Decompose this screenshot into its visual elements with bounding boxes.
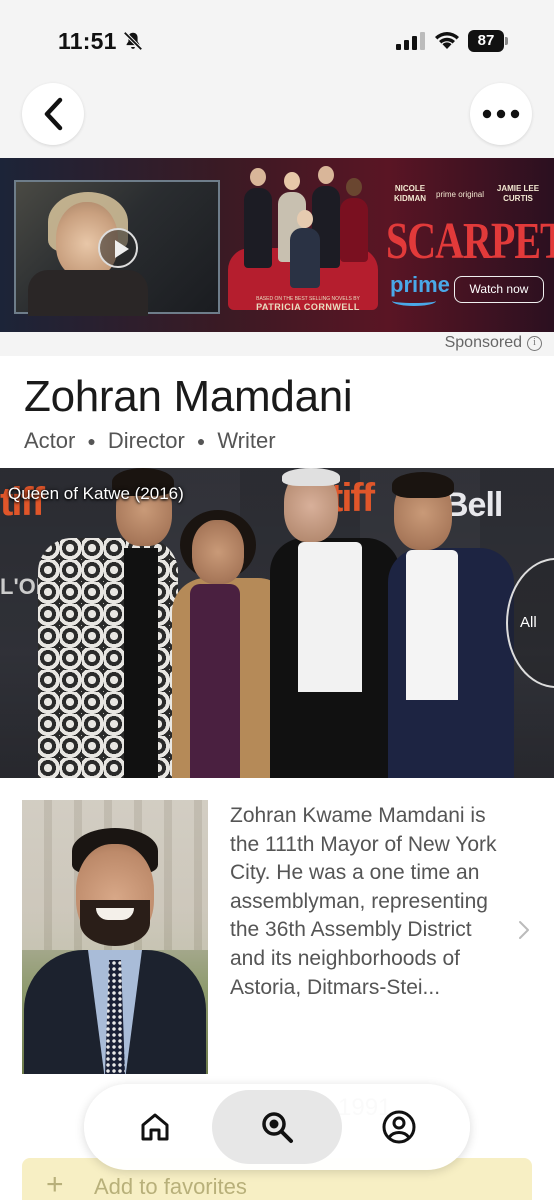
bottom-tab-bar: [84, 1084, 470, 1170]
cellular-signal-icon: [396, 32, 425, 50]
add-to-favorites-label: Add to favorites: [94, 1174, 247, 1199]
ad-title: SCARPETTA: [386, 211, 554, 270]
ad-based-on: BASED ON THE BEST SELLING NOVELS BY PATR…: [256, 296, 360, 312]
play-icon[interactable]: [98, 228, 138, 268]
role-writer: Writer: [217, 428, 276, 453]
hero-photo[interactable]: tiff tiff Bell L'ORÉAL Queen of Katwe (2…: [0, 468, 554, 778]
status-bar: 11:51 87: [0, 0, 554, 80]
wifi-icon: [435, 32, 459, 49]
ad-banner[interactable]: NICOLE KIDMAN prime original JAMIE LEE C…: [0, 158, 554, 332]
roles-list: Actor ● Director ● Writer: [24, 428, 276, 453]
tab-search[interactable]: [212, 1090, 342, 1164]
role-director: Director: [107, 428, 185, 453]
search-icon: [262, 1112, 293, 1143]
tab-home[interactable]: [90, 1090, 220, 1164]
sponsored-label[interactable]: Sponsored i: [445, 334, 542, 352]
home-icon: [141, 1113, 169, 1141]
plus-icon: +: [46, 1168, 64, 1200]
battery-level: 87: [477, 32, 495, 49]
chevron-right-icon[interactable]: [516, 918, 532, 942]
profile-header: Zohran Mamdani Actor ● Director ● Writer: [0, 356, 554, 468]
page-title: Zohran Mamdani: [24, 372, 353, 421]
prime-smile-icon: [392, 296, 436, 306]
info-icon[interactable]: i: [527, 335, 542, 351]
more-options-button[interactable]: [470, 83, 532, 145]
ad-video-thumbnail[interactable]: [14, 180, 220, 316]
battery-icon: 87: [468, 30, 508, 52]
account-icon: [382, 1110, 416, 1144]
tab-profile[interactable]: [334, 1090, 464, 1164]
prime-logo: prime: [390, 272, 450, 297]
chevron-left-icon: [44, 97, 63, 131]
bio-text[interactable]: Zohran Kwame Mamdani is the 111th Mayor …: [230, 802, 506, 1002]
status-time: 11:51: [58, 28, 117, 54]
profile-portrait: [22, 800, 208, 1074]
ellipsis-icon: [482, 109, 520, 119]
watch-now-button[interactable]: Watch now: [454, 276, 544, 303]
role-actor: Actor: [24, 428, 76, 453]
back-button[interactable]: [22, 83, 84, 145]
photo-caption: Queen of Katwe (2016): [8, 484, 184, 503]
bell-slash-icon: [123, 31, 143, 51]
all-photos-label[interactable]: All: [520, 614, 537, 631]
